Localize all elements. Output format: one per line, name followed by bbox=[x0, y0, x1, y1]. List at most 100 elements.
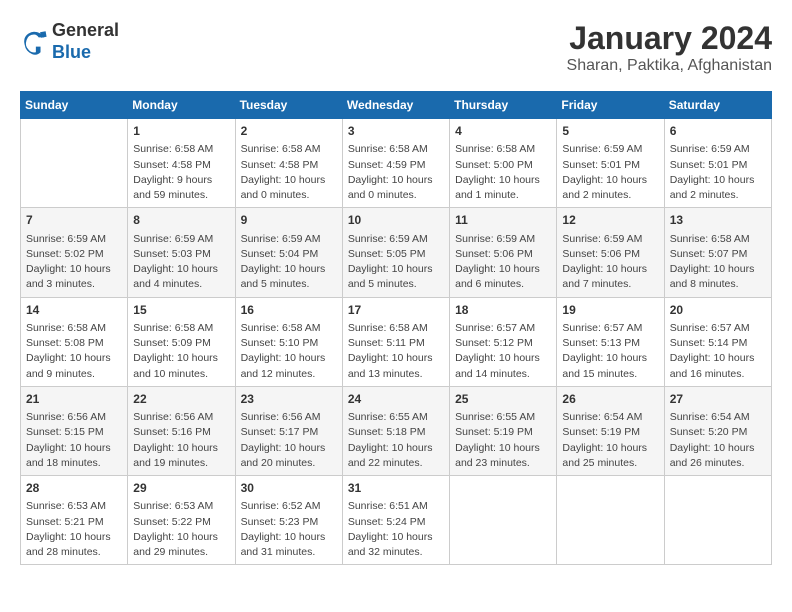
day-number: 11 bbox=[455, 212, 551, 229]
calendar-cell: 13 Sunrise: 6:58 AMSunset: 5:07 PMDayligh… bbox=[664, 208, 771, 297]
calendar-cell: 18 Sunrise: 6:57 AMSunset: 5:12 PMDayligh… bbox=[450, 297, 557, 386]
day-info: Sunrise: 6:53 AMSunset: 5:21 PMDaylight:… bbox=[26, 499, 122, 560]
calendar-cell: 2 Sunrise: 6:58 AMSunset: 4:58 PMDaylight… bbox=[235, 119, 342, 208]
header-saturday: Saturday bbox=[664, 92, 771, 119]
day-info: Sunrise: 6:55 AMSunset: 5:19 PMDaylight:… bbox=[455, 410, 551, 471]
day-number: 31 bbox=[348, 480, 444, 497]
calendar-cell: 30Sunrise: 6:52 AMSunset: 5:23 PMDayligh… bbox=[235, 476, 342, 565]
calendar-cell: 27 Sunrise: 6:54 AMSunset: 5:20 PMDayligh… bbox=[664, 386, 771, 475]
calendar-cell: 19Sunrise: 6:57 AMSunset: 5:13 PMDayligh… bbox=[557, 297, 664, 386]
day-number: 6 bbox=[670, 123, 766, 140]
day-info: Sunrise: 6:59 AMSunset: 5:06 PMDaylight:… bbox=[455, 232, 551, 293]
day-info: Sunrise: 6:56 AMSunset: 5:17 PMDaylight:… bbox=[241, 410, 337, 471]
header-thursday: Thursday bbox=[450, 92, 557, 119]
calendar-cell: 6 Sunrise: 6:59 AMSunset: 5:01 PMDaylight… bbox=[664, 119, 771, 208]
calendar-cell: 8 Sunrise: 6:59 AMSunset: 5:03 PMDaylight… bbox=[128, 208, 235, 297]
day-number: 13 bbox=[670, 212, 766, 229]
calendar-body: 1 Sunrise: 6:58 AMSunset: 4:58 PMDaylight… bbox=[21, 119, 772, 565]
calendar-cell: 9 Sunrise: 6:59 AMSunset: 5:04 PMDaylight… bbox=[235, 208, 342, 297]
day-number: 5 bbox=[562, 123, 658, 140]
calendar-cell: 12 Sunrise: 6:59 AMSunset: 5:06 PMDayligh… bbox=[557, 208, 664, 297]
calendar-cell: 20Sunrise: 6:57 AMSunset: 5:14 PMDayligh… bbox=[664, 297, 771, 386]
day-number: 3 bbox=[348, 123, 444, 140]
calendar-cell bbox=[664, 476, 771, 565]
day-info: Sunrise: 6:59 AMSunset: 5:02 PMDaylight:… bbox=[26, 232, 122, 293]
calendar-cell: 14Sunrise: 6:58 AMSunset: 5:08 PMDayligh… bbox=[21, 297, 128, 386]
header-wednesday: Wednesday bbox=[342, 92, 449, 119]
logo-general-text: General bbox=[52, 20, 119, 40]
month-year-title: January 2024 bbox=[567, 20, 772, 57]
day-number: 23 bbox=[241, 391, 337, 408]
calendar-week-1: 1 Sunrise: 6:58 AMSunset: 4:58 PMDaylight… bbox=[21, 119, 772, 208]
calendar-cell: 21 Sunrise: 6:56 AMSunset: 5:15 PMDayligh… bbox=[21, 386, 128, 475]
header-sunday: Sunday bbox=[21, 92, 128, 119]
page-header: General Blue January 2024 Sharan, Paktik… bbox=[20, 20, 772, 75]
calendar-cell bbox=[450, 476, 557, 565]
day-number: 4 bbox=[455, 123, 551, 140]
header-row: Sunday Monday Tuesday Wednesday Thursday… bbox=[21, 92, 772, 119]
day-info: Sunrise: 6:58 AMSunset: 5:11 PMDaylight:… bbox=[348, 321, 444, 382]
calendar-cell: 25Sunrise: 6:55 AMSunset: 5:19 PMDayligh… bbox=[450, 386, 557, 475]
calendar-cell: 10Sunrise: 6:59 AMSunset: 5:05 PMDayligh… bbox=[342, 208, 449, 297]
calendar-cell: 16Sunrise: 6:58 AMSunset: 5:10 PMDayligh… bbox=[235, 297, 342, 386]
location-subtitle: Sharan, Paktika, Afghanistan bbox=[567, 57, 772, 75]
day-number: 12 bbox=[562, 212, 658, 229]
day-info: Sunrise: 6:58 AMSunset: 5:00 PMDaylight:… bbox=[455, 142, 551, 203]
logo-icon bbox=[20, 28, 48, 56]
day-info: Sunrise: 6:51 AMSunset: 5:24 PMDaylight:… bbox=[348, 499, 444, 560]
day-number: 17 bbox=[348, 302, 444, 319]
calendar-cell: 28 Sunrise: 6:53 AMSunset: 5:21 PMDayligh… bbox=[21, 476, 128, 565]
calendar-cell: 3Sunrise: 6:58 AMSunset: 4:59 PMDaylight… bbox=[342, 119, 449, 208]
day-number: 21 bbox=[26, 391, 122, 408]
calendar-week-4: 21 Sunrise: 6:56 AMSunset: 5:15 PMDayligh… bbox=[21, 386, 772, 475]
day-info: Sunrise: 6:58 AMSunset: 5:09 PMDaylight:… bbox=[133, 321, 229, 382]
day-number: 27 bbox=[670, 391, 766, 408]
logo-text: General Blue bbox=[52, 20, 119, 63]
calendar-week-2: 7 Sunrise: 6:59 AMSunset: 5:02 PMDaylight… bbox=[21, 208, 772, 297]
header-friday: Friday bbox=[557, 92, 664, 119]
calendar-cell: 31 Sunrise: 6:51 AMSunset: 5:24 PMDayligh… bbox=[342, 476, 449, 565]
day-info: Sunrise: 6:54 AMSunset: 5:20 PMDaylight:… bbox=[670, 410, 766, 471]
logo-blue-text: Blue bbox=[52, 42, 91, 62]
calendar-week-5: 28 Sunrise: 6:53 AMSunset: 5:21 PMDayligh… bbox=[21, 476, 772, 565]
day-number: 2 bbox=[241, 123, 337, 140]
day-number: 18 bbox=[455, 302, 551, 319]
day-info: Sunrise: 6:57 AMSunset: 5:12 PMDaylight:… bbox=[455, 321, 551, 382]
day-info: Sunrise: 6:56 AMSunset: 5:15 PMDaylight:… bbox=[26, 410, 122, 471]
day-number: 26 bbox=[562, 391, 658, 408]
day-info: Sunrise: 6:58 AMSunset: 5:07 PMDaylight:… bbox=[670, 232, 766, 293]
day-info: Sunrise: 6:56 AMSunset: 5:16 PMDaylight:… bbox=[133, 410, 229, 471]
day-info: Sunrise: 6:59 AMSunset: 5:04 PMDaylight:… bbox=[241, 232, 337, 293]
day-info: Sunrise: 6:58 AMSunset: 4:58 PMDaylight:… bbox=[241, 142, 337, 203]
calendar-cell: 7 Sunrise: 6:59 AMSunset: 5:02 PMDaylight… bbox=[21, 208, 128, 297]
day-info: Sunrise: 6:54 AMSunset: 5:19 PMDaylight:… bbox=[562, 410, 658, 471]
day-number: 10 bbox=[348, 212, 444, 229]
day-number: 28 bbox=[26, 480, 122, 497]
day-number: 8 bbox=[133, 212, 229, 229]
calendar-cell: 5 Sunrise: 6:59 AMSunset: 5:01 PMDaylight… bbox=[557, 119, 664, 208]
title-block: January 2024 Sharan, Paktika, Afghanista… bbox=[567, 20, 772, 75]
day-info: Sunrise: 6:52 AMSunset: 5:23 PMDaylight:… bbox=[241, 499, 337, 560]
day-number: 14 bbox=[26, 302, 122, 319]
day-info: Sunrise: 6:58 AMSunset: 5:10 PMDaylight:… bbox=[241, 321, 337, 382]
calendar-cell: 23 Sunrise: 6:56 AMSunset: 5:17 PMDayligh… bbox=[235, 386, 342, 475]
day-info: Sunrise: 6:59 AMSunset: 5:06 PMDaylight:… bbox=[562, 232, 658, 293]
header-monday: Monday bbox=[128, 92, 235, 119]
day-number: 29 bbox=[133, 480, 229, 497]
day-number: 1 bbox=[133, 123, 229, 140]
day-number: 9 bbox=[241, 212, 337, 229]
day-info: Sunrise: 6:58 AMSunset: 4:58 PMDaylight:… bbox=[133, 142, 229, 203]
day-number: 24 bbox=[348, 391, 444, 408]
day-info: Sunrise: 6:57 AMSunset: 5:13 PMDaylight:… bbox=[562, 321, 658, 382]
day-info: Sunrise: 6:59 AMSunset: 5:01 PMDaylight:… bbox=[670, 142, 766, 203]
day-info: Sunrise: 6:59 AMSunset: 5:01 PMDaylight:… bbox=[562, 142, 658, 203]
calendar-cell: 15Sunrise: 6:58 AMSunset: 5:09 PMDayligh… bbox=[128, 297, 235, 386]
day-number: 7 bbox=[26, 212, 122, 229]
day-info: Sunrise: 6:59 AMSunset: 5:03 PMDaylight:… bbox=[133, 232, 229, 293]
calendar-cell: 1 Sunrise: 6:58 AMSunset: 4:58 PMDaylight… bbox=[128, 119, 235, 208]
logo: General Blue bbox=[20, 20, 119, 63]
day-info: Sunrise: 6:53 AMSunset: 5:22 PMDaylight:… bbox=[133, 499, 229, 560]
day-number: 20 bbox=[670, 302, 766, 319]
calendar-week-3: 14Sunrise: 6:58 AMSunset: 5:08 PMDayligh… bbox=[21, 297, 772, 386]
day-info: Sunrise: 6:55 AMSunset: 5:18 PMDaylight:… bbox=[348, 410, 444, 471]
